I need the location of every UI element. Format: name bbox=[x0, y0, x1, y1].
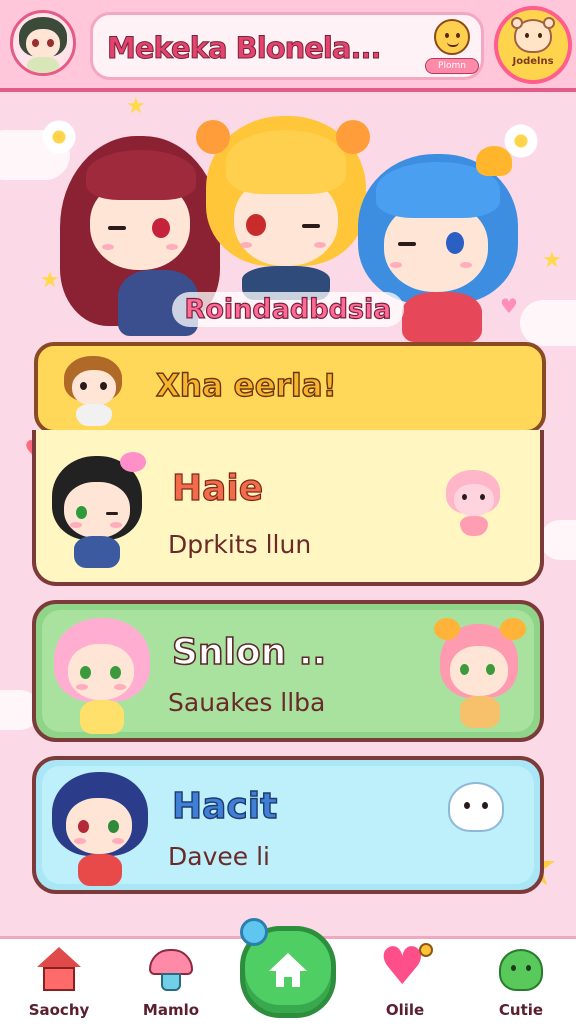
cloud-decoration bbox=[540, 520, 576, 560]
title-bar: Mekeka Blonela... Plomn bbox=[90, 12, 484, 80]
nav-item-1[interactable]: Saochy bbox=[14, 947, 104, 1019]
menu-card-3[interactable]: Hacit Davee li bbox=[32, 756, 544, 894]
card-1-title: Haie bbox=[171, 467, 264, 509]
nav-item-2[interactable]: Mamlo bbox=[126, 947, 216, 1019]
banner-character bbox=[62, 352, 126, 428]
nav-item-5[interactable]: Cutie bbox=[476, 947, 566, 1019]
nav-label-4: Olile bbox=[385, 1001, 425, 1019]
nav-label-2: Mamlo bbox=[142, 1001, 200, 1019]
smiley-icon bbox=[434, 19, 470, 55]
menu-card-1[interactable]: Haie Dprkits llun bbox=[32, 430, 544, 586]
card-1-character bbox=[46, 452, 156, 572]
banner-text: Xha eerla! bbox=[155, 367, 337, 404]
nav-label-5: Cutie bbox=[498, 1001, 544, 1019]
bear-icon bbox=[511, 17, 555, 53]
slime-icon bbox=[495, 947, 547, 995]
profile-button[interactable]: Jodelns bbox=[494, 6, 572, 84]
hero-section: Roindadbdsia bbox=[0, 96, 576, 346]
promo-label: Plomn bbox=[425, 58, 479, 74]
profile-label: Jodelns bbox=[512, 56, 554, 67]
nav-label-1: Saochy bbox=[28, 1001, 90, 1019]
mushroom-icon bbox=[145, 947, 197, 995]
nav-item-4[interactable]: ♥ Olile bbox=[360, 941, 450, 1019]
app-title: Mekeka Blonela... bbox=[107, 31, 382, 66]
ghost-icon bbox=[448, 782, 504, 832]
card-2-title: Snlon .. bbox=[171, 631, 327, 674]
heart-icon: ♥ bbox=[379, 941, 433, 995]
card-2-character bbox=[50, 614, 160, 738]
house-icon bbox=[33, 947, 85, 995]
welcome-banner[interactable]: Xha eerla! bbox=[34, 342, 546, 434]
notification-dot bbox=[240, 918, 268, 946]
promo-button[interactable]: Plomn bbox=[425, 19, 479, 79]
card-3-subtitle: Davee li bbox=[168, 842, 270, 871]
menu-card-2[interactable]: Snlon .. Sauakes llba bbox=[32, 600, 544, 742]
card-1-subtitle: Dprkits llun bbox=[168, 530, 312, 559]
hero-title: Roindadbdsia bbox=[172, 292, 404, 327]
avatar-character bbox=[13, 13, 73, 73]
home-icon bbox=[269, 953, 307, 989]
card-2-subtitle: Sauakes llba bbox=[168, 688, 326, 717]
top-header: Mekeka Blonela... Plomn Jodelns bbox=[0, 0, 576, 92]
card-1-pig-character bbox=[440, 470, 510, 540]
card-3-character bbox=[48, 768, 158, 892]
user-avatar[interactable] bbox=[10, 10, 76, 76]
character-blonde-hair bbox=[196, 106, 370, 300]
card-2-side-character bbox=[434, 618, 526, 732]
card-3-title: Hacit bbox=[171, 785, 278, 827]
